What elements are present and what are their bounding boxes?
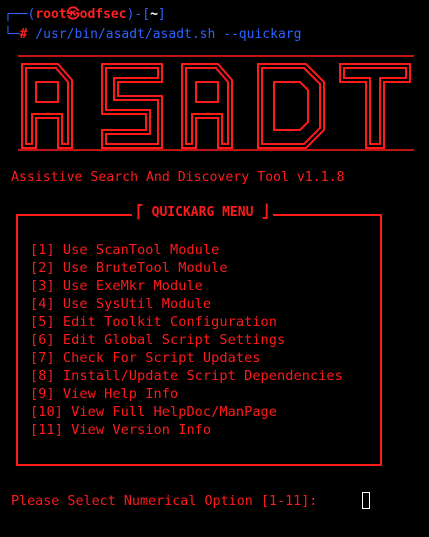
prompt-argument: --quickarg — [215, 27, 302, 42]
menu-option-10[interactable]: [10] View Full HelpDoc/ManPage — [30, 403, 343, 421]
menu-option-8[interactable]: [8] Install/Update Script Dependencies — [30, 367, 343, 385]
prompt-user-host: root㉿odfsec — [35, 7, 127, 22]
terminal-cursor[interactable] — [362, 492, 370, 509]
option-input-prompt: Please Select Numerical Option [1-11]: — [11, 494, 326, 509]
menu-option-2[interactable]: [2] Use BruteTool Module — [30, 259, 343, 277]
prompt-command: /usr/bin/asadt/asadt.sh — [27, 27, 216, 42]
prompt-corner-close: ] — [157, 7, 166, 22]
menu-option-9[interactable]: [9] View Help Info — [30, 385, 343, 403]
shell-prompt-line-1: ┌──(root㉿odfsec)-[~] — [4, 6, 166, 24]
quickarg-menu-title: ⎡ QUICKARG MENU ⎦ — [132, 204, 274, 222]
prompt-line2-corner: └─ — [4, 27, 20, 42]
menu-option-3[interactable]: [3] Use ExeMkr Module — [30, 277, 343, 295]
menu-option-1[interactable]: [1] Use ScanTool Module — [30, 241, 343, 259]
menu-option-5[interactable]: [5] Edit Toolkit Configuration — [30, 313, 343, 331]
quickarg-menu-list: [1] Use ScanTool Module [2] Use BruteToo… — [30, 241, 343, 439]
prompt-cwd: ~ — [150, 7, 158, 22]
tool-tagline: Assistive Search And Discovery Tool v1.1… — [11, 170, 345, 185]
prompt-corner-mid: )-[ — [126, 7, 151, 22]
menu-option-4[interactable]: [4] Use SysUtil Module — [30, 295, 343, 313]
shell-prompt-line-2: └─# /usr/bin/asadt/asadt.sh --quickarg — [4, 26, 301, 44]
asadt-logo-banner — [18, 55, 414, 151]
menu-option-7[interactable]: [7] Check For Script Updates — [30, 349, 343, 367]
menu-option-6[interactable]: [6] Edit Global Script Settings — [30, 331, 343, 349]
menu-option-11[interactable]: [11] View Version Info — [30, 421, 343, 439]
prompt-corner-open: ┌──( — [4, 7, 36, 22]
